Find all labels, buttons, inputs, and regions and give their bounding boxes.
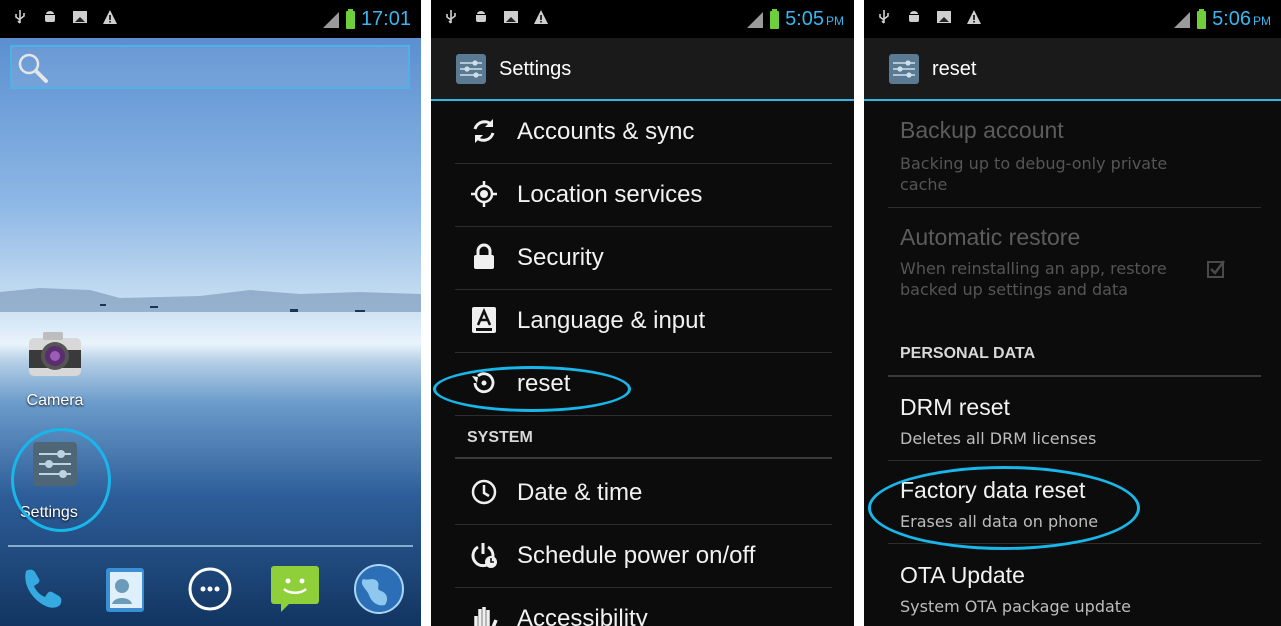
magnifier-icon[interactable] [16,51,50,85]
dock [0,556,421,622]
notification-icons [12,9,118,25]
settings-item-label: Accessibility [517,605,648,626]
status-right: 17:01 [322,8,411,31]
usb-icon [876,9,892,25]
notification-icons [876,9,982,25]
item-title: Backup account [900,117,1064,143]
signal-icon [747,11,764,28]
section-divider [888,375,1261,377]
settings-sliders-icon[interactable] [888,53,920,85]
item-summary: Backing up to debug-only private cache [900,154,1168,194]
item-summary: Deletes all DRM licenses [900,429,1097,448]
contacts-icon[interactable] [96,559,156,619]
usb-icon [443,9,459,25]
battery-icon [770,8,780,29]
power-schedule-icon [469,540,499,570]
search-bar[interactable] [10,45,410,89]
warning-icon [102,9,118,25]
browser-globe-icon[interactable] [349,559,409,619]
settings-item-label: Date & time [517,479,643,506]
action-bar [431,38,854,100]
battery-icon [1197,8,1207,29]
section-header-personal-data: PERSONAL DATA [900,345,1036,362]
section-divider [455,457,832,459]
item-summary: System OTA package update [900,597,1131,616]
item-summary: When reinstalling an app, restore backed… [900,259,1167,299]
settings-item-label: Language & input [517,307,706,334]
settings-item-label: Schedule power on/off [517,542,756,569]
signal-icon [1174,11,1191,28]
item-title: DRM reset [900,394,1010,420]
sd-card-icon [936,9,952,25]
status-bar: 5:06 PM [864,0,1281,38]
automatic-restore-checkbox [1207,260,1225,278]
settings-item-language[interactable]: Language & input [455,290,832,353]
page-title: reset [932,58,977,80]
settings-item-label: Location services [517,181,703,208]
settings-item-location[interactable]: Location services [455,164,832,227]
highlight-circle-factory-reset [868,466,1140,550]
notification-icons [443,9,549,25]
app-drawer-icon[interactable] [180,559,240,619]
sd-card-icon [503,9,519,25]
backup-account-item: Backup account Backing up to debug-only … [888,101,1261,208]
ota-update-item[interactable]: OTA Update System OTA package update [888,544,1261,626]
settings-item-label: Accounts & sync [517,118,695,145]
camera-label: Camera [26,392,84,409]
lock-icon [469,242,499,272]
status-clock: 17:01 [360,8,411,30]
dock-divider [8,545,413,547]
android-debug-icon [42,9,58,25]
settings-item-accounts-sync[interactable]: Accounts & sync [455,101,832,164]
home-screen: 17:01 Camera Settings [0,0,421,626]
android-debug-icon [473,9,489,25]
status-right: 5:06 PM [1173,8,1271,31]
wallpaper-mountains [0,288,421,312]
page-title: Settings [499,58,572,80]
reset-screen: 5:06 PM reset Backup account Backing up t… [864,0,1281,626]
action-bar [864,38,1281,100]
highlight-circle-settings [11,428,111,532]
status-right: 5:05 PM [746,8,844,31]
section-header-system: SYSTEM [467,429,533,446]
sync-icon [469,116,499,146]
drm-reset-item[interactable]: DRM reset Deletes all DRM licenses [888,378,1261,461]
item-title: Automatic restore [900,224,1081,250]
settings-item-schedule-power[interactable]: Schedule power on/off [455,525,832,588]
camera-icon[interactable] [27,330,83,378]
messaging-icon[interactable] [265,559,325,619]
clock-icon [469,477,499,507]
sd-card-icon [72,9,88,25]
settings-item-label: Security [517,244,604,271]
status-clock: 5:05 PM [785,8,844,30]
status-clock: 5:06 PM [1212,8,1271,30]
warning-icon [966,9,982,25]
settings-screen: 5:05 PM Settings Accounts & sync Location… [431,0,854,626]
camera-app[interactable]: Camera [20,330,90,410]
highlight-circle-reset [433,366,631,412]
language-a-icon [469,305,499,335]
location-target-icon [469,179,499,209]
signal-icon [322,11,339,28]
android-debug-icon [906,9,922,25]
status-bar: 5:05 PM [431,0,854,38]
battery-icon [345,8,355,29]
settings-sliders-icon[interactable] [455,53,487,85]
status-bar: 17:01 [0,0,421,38]
hand-icon [469,603,499,626]
settings-item-security[interactable]: Security [455,227,832,290]
item-title: OTA Update [900,562,1025,588]
usb-icon [12,9,28,25]
settings-item-accessibility[interactable]: Accessibility [455,588,832,626]
warning-icon [533,9,549,25]
settings-item-date-time[interactable]: Date & time [455,462,832,525]
phone-icon[interactable] [12,559,72,619]
